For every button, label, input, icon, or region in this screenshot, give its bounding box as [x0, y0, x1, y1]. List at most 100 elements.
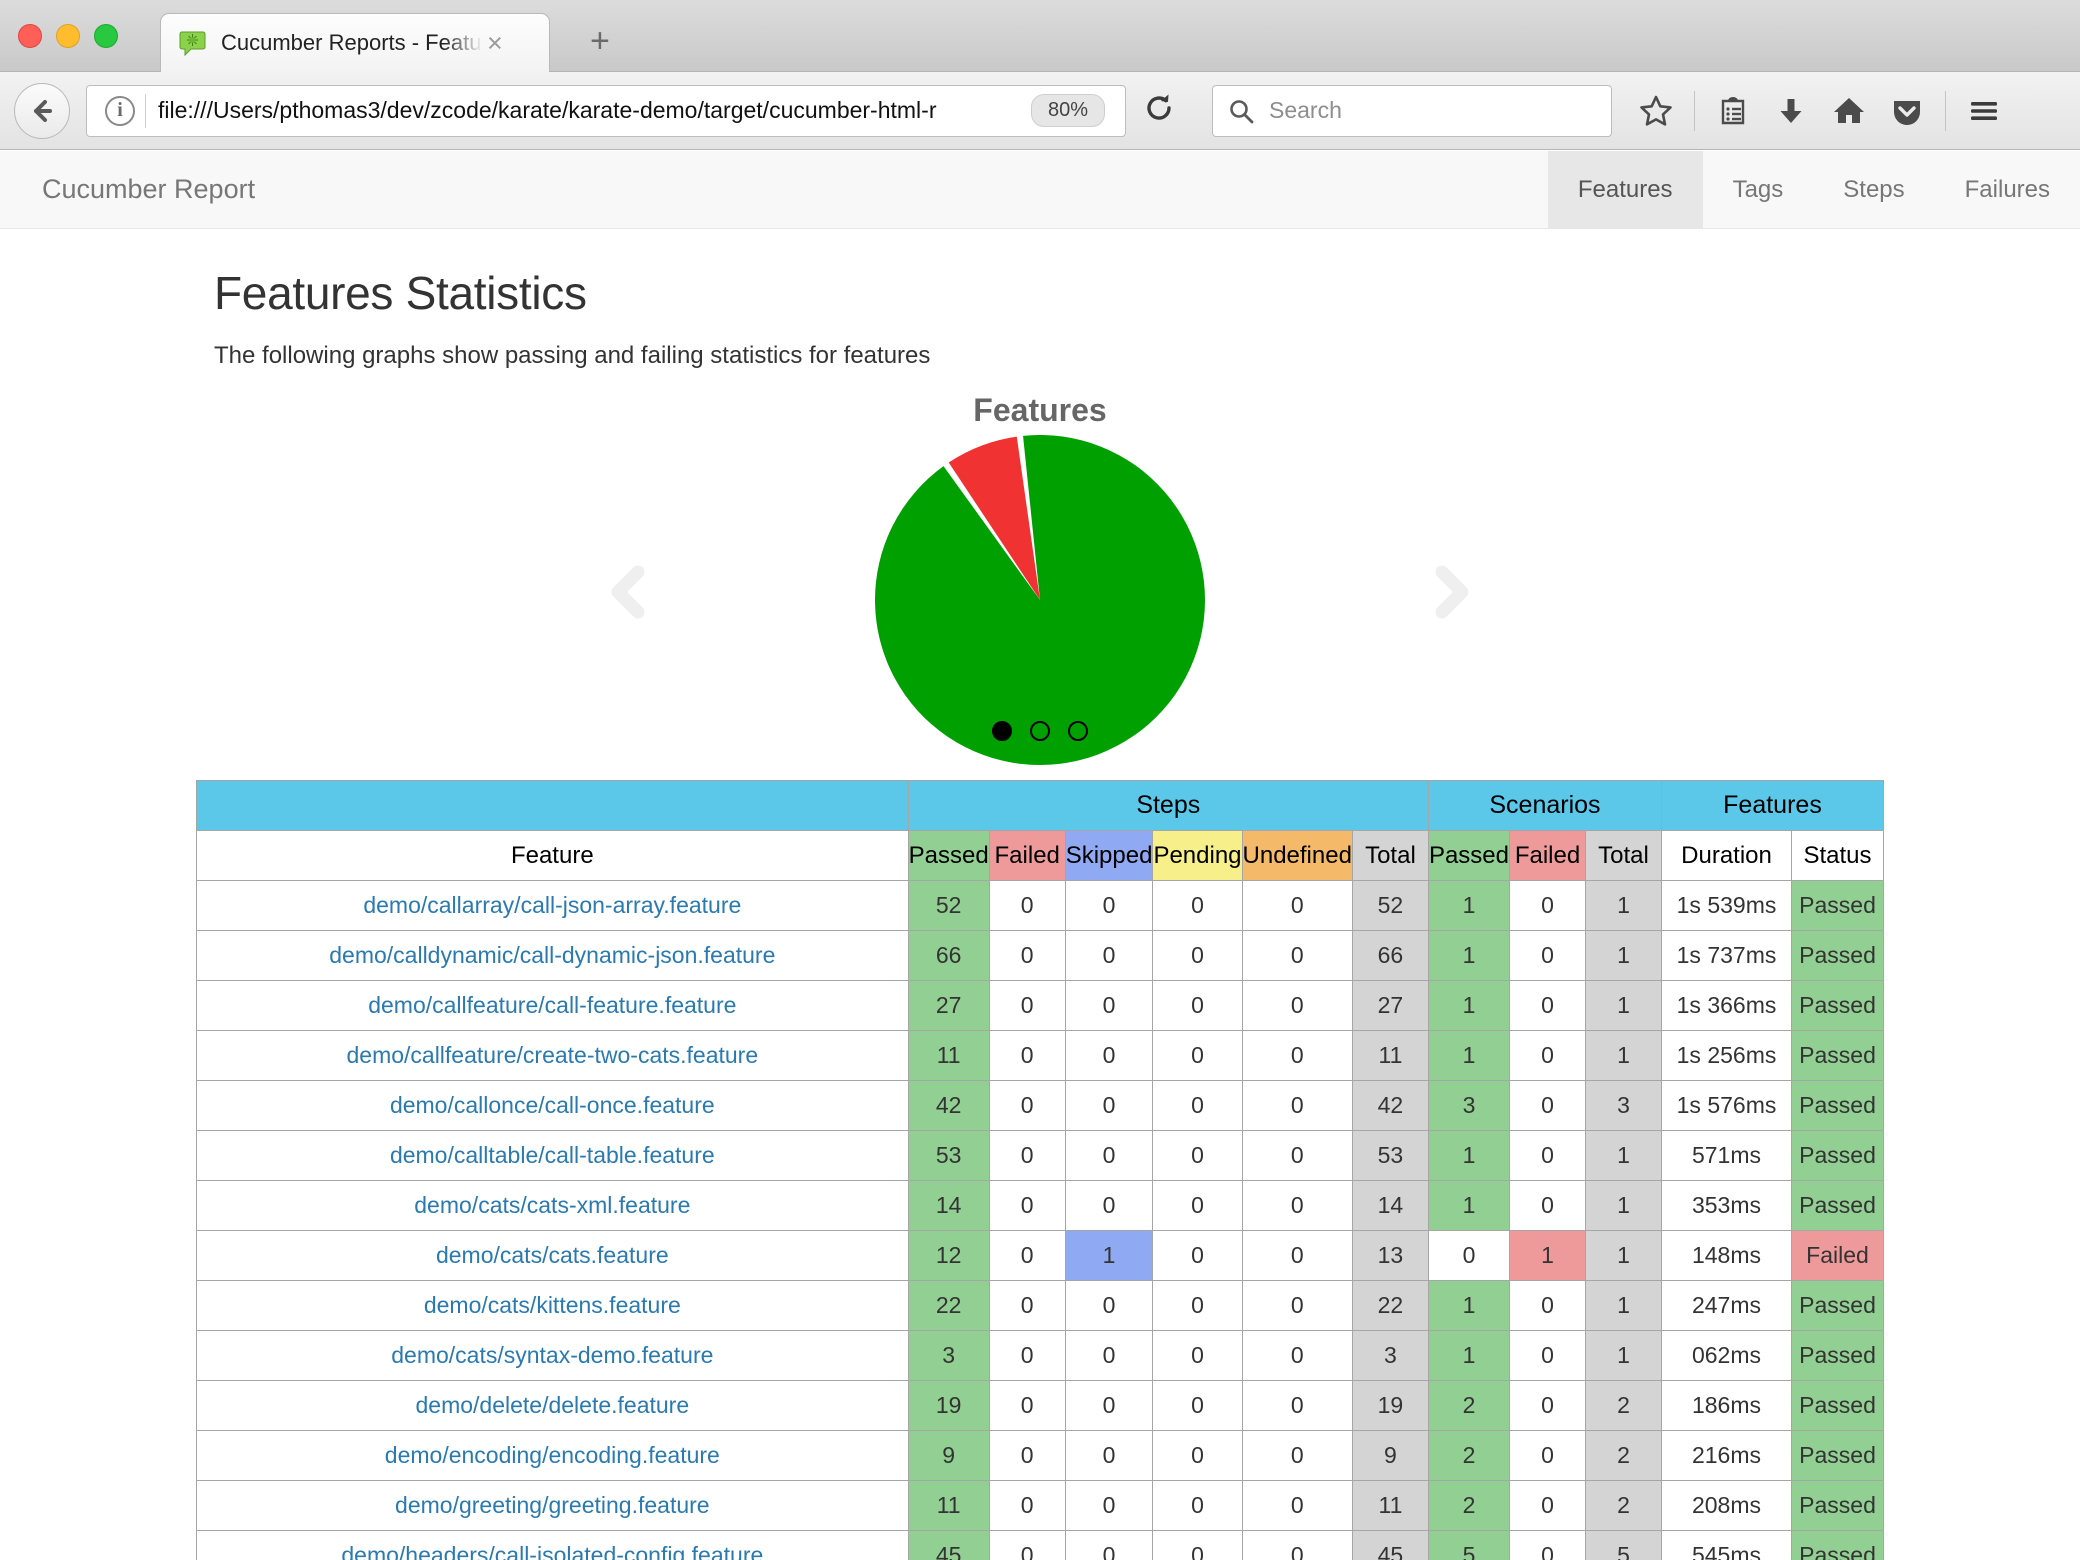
cell-steps-skipped: 0 [1064, 1180, 1154, 1231]
cell-steps-skipped: 0 [1064, 880, 1154, 931]
cell-steps-total: 14 [1351, 1180, 1429, 1231]
cell-scenarios-failed: 1 [1509, 1230, 1586, 1281]
nav-item-features[interactable]: Features [1547, 151, 1703, 228]
col-steps-pending[interactable]: Pending [1152, 830, 1243, 881]
feature-link[interactable]: demo/calldynamic/call-dynamic-json.featu… [329, 942, 775, 968]
cell-status: Failed [1791, 1230, 1884, 1281]
back-button[interactable] [14, 82, 70, 139]
cell-status: Passed [1791, 880, 1884, 931]
cell-steps-undefined: 0 [1241, 880, 1353, 931]
table-row: demo/cats/syntax-demo.feature 3 0 0 0 0 3 1 0 1 06… [196, 1330, 1884, 1381]
page-info-icon[interactable]: i [105, 95, 135, 126]
feature-link[interactable]: demo/cats/syntax-demo.feature [391, 1342, 713, 1368]
minimize-window-button[interactable] [56, 24, 80, 48]
search-bar[interactable]: Search [1212, 84, 1612, 137]
feature-link[interactable]: demo/headers/call-isolated-config.featur… [341, 1542, 763, 1560]
cell-scenarios-total: 1 [1585, 930, 1662, 981]
col-scenarios-failed[interactable]: Failed [1509, 830, 1586, 881]
feature-link[interactable]: demo/callfeature/call-feature.feature [368, 992, 736, 1018]
new-tab-button[interactable]: + [590, 24, 610, 58]
carousel-dot-1[interactable] [992, 721, 1012, 741]
close-window-button[interactable] [18, 24, 42, 48]
cell-steps-total: 42 [1351, 1080, 1429, 1131]
feature-link[interactable]: demo/callarray/call-json-array.feature [363, 892, 741, 918]
star-icon[interactable] [1628, 83, 1684, 139]
carousel-dot-3[interactable] [1068, 721, 1088, 741]
toolbar-divider-2 [1945, 90, 1946, 131]
feature-link[interactable]: demo/callonce/call-once.feature [390, 1092, 715, 1118]
col-scenarios-passed[interactable]: Passed [1427, 830, 1511, 881]
search-input[interactable]: Search [1269, 97, 1342, 124]
maximize-window-button[interactable] [94, 24, 118, 48]
download-arrow-icon[interactable] [1763, 83, 1819, 139]
feature-link[interactable]: demo/greeting/greeting.feature [395, 1492, 710, 1518]
cell-scenarios-passed: 0 [1427, 1230, 1511, 1281]
close-tab-icon[interactable]: × [487, 29, 503, 57]
carousel-prev-button[interactable] [600, 562, 660, 622]
feature-link[interactable]: demo/cats/cats.feature [436, 1242, 669, 1268]
home-icon[interactable] [1821, 83, 1877, 139]
feature-link[interactable]: demo/callfeature/create-two-cats.feature [346, 1042, 758, 1068]
cell-scenarios-total: 1 [1585, 880, 1662, 931]
reading-list-icon[interactable] [1705, 83, 1761, 139]
col-steps-skipped[interactable]: Skipped [1064, 830, 1154, 881]
cell-feature: demo/cats/kittens.feature [196, 1280, 909, 1331]
cell-steps-undefined: 0 [1241, 1080, 1353, 1131]
cell-steps-failed: 0 [988, 1380, 1066, 1431]
cell-steps-total: 11 [1351, 1480, 1429, 1531]
col-steps-failed[interactable]: Failed [988, 830, 1066, 881]
nav-item-failures[interactable]: Failures [1935, 151, 2080, 228]
nav-item-steps[interactable]: Steps [1813, 151, 1934, 228]
table-row: demo/headers/call-isolated-config.featur… [196, 1530, 1884, 1560]
browser-tab[interactable]: Cucumber Reports - Features × [160, 13, 550, 72]
cell-steps-passed: 27 [907, 980, 990, 1031]
cell-scenarios-total: 1 [1585, 1280, 1662, 1331]
window-controls [18, 24, 118, 48]
cell-status: Passed [1791, 1280, 1884, 1331]
col-feature[interactable]: Feature [196, 830, 909, 881]
cell-steps-skipped: 0 [1064, 1480, 1154, 1531]
cell-scenarios-total: 2 [1585, 1430, 1662, 1481]
cell-feature: demo/calldynamic/call-dynamic-json.featu… [196, 930, 909, 981]
hamburger-menu-icon[interactable] [1956, 83, 2012, 139]
cell-steps-total: 27 [1351, 980, 1429, 1031]
carousel-next-button[interactable] [1420, 562, 1480, 622]
feature-link[interactable]: demo/calltable/call-table.feature [390, 1142, 715, 1168]
app-brand[interactable]: Cucumber Report [0, 151, 255, 228]
cell-feature: demo/callonce/call-once.feature [196, 1080, 909, 1131]
feature-link[interactable]: demo/encoding/encoding.feature [385, 1442, 720, 1468]
address-bar[interactable]: i file:///Users/pthomas3/dev/zcode/karat… [86, 84, 1126, 137]
cell-status: Passed [1791, 1180, 1884, 1231]
features-pie-chart [875, 434, 1206, 765]
cell-status: Passed [1791, 1380, 1884, 1431]
feature-link[interactable]: demo/delete/delete.feature [415, 1392, 689, 1418]
col-duration[interactable]: Duration [1661, 830, 1792, 881]
col-steps-passed[interactable]: Passed [907, 830, 990, 881]
cell-steps-passed: 12 [907, 1230, 990, 1281]
reload-button[interactable] [1132, 91, 1186, 130]
col-steps-total[interactable]: Total [1351, 830, 1429, 881]
feature-link[interactable]: demo/cats/kittens.feature [424, 1292, 681, 1318]
cell-scenarios-passed: 1 [1427, 1030, 1511, 1081]
col-status[interactable]: Status [1791, 830, 1884, 881]
cell-steps-pending: 0 [1152, 1480, 1243, 1531]
cell-steps-skipped: 0 [1064, 980, 1154, 1031]
col-steps-undefined[interactable]: Undefined [1241, 830, 1353, 881]
cell-steps-total: 66 [1351, 930, 1429, 981]
cell-steps-pending: 0 [1152, 1380, 1243, 1431]
carousel-dot-2[interactable] [1030, 721, 1050, 741]
cell-scenarios-failed: 0 [1509, 1030, 1586, 1081]
cell-scenarios-failed: 0 [1509, 1530, 1586, 1560]
table-row: demo/callarray/call-json-array.feature 52… [196, 880, 1884, 931]
cell-steps-skipped: 0 [1064, 1130, 1154, 1181]
pocket-icon[interactable] [1879, 83, 1935, 139]
cell-steps-undefined: 0 [1241, 1030, 1353, 1081]
cell-duration: 208ms [1661, 1480, 1792, 1531]
col-scenarios-total[interactable]: Total [1585, 830, 1662, 881]
feature-link[interactable]: demo/cats/cats-xml.feature [414, 1192, 690, 1218]
cell-steps-total: 19 [1351, 1380, 1429, 1431]
zoom-level-badge[interactable]: 80% [1030, 94, 1105, 127]
cell-steps-failed: 0 [988, 880, 1066, 931]
group-header-blank [196, 780, 909, 831]
nav-item-tags[interactable]: Tags [1703, 151, 1814, 228]
